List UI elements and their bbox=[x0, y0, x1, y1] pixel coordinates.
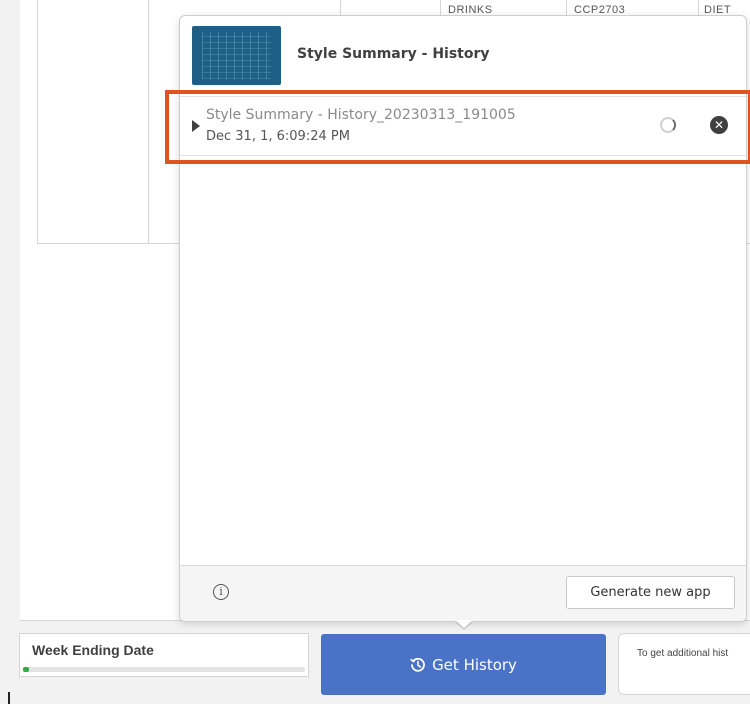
popover-header: Style Summary - History bbox=[180, 16, 746, 96]
week-selection-bar bbox=[23, 667, 305, 672]
table-column-divider bbox=[148, 0, 149, 243]
info-circle-icon[interactable]: i bbox=[213, 584, 229, 600]
history-popover: Style Summary - History Style Summary - … bbox=[179, 15, 747, 622]
info-text: To get additional hist bbox=[637, 648, 729, 659]
week-selection-fill bbox=[23, 667, 29, 672]
close-icon[interactable]: ✕ bbox=[710, 116, 728, 134]
history-clock-icon bbox=[410, 657, 426, 673]
popover-arrow-fill bbox=[455, 620, 473, 628]
app-thumbnail[interactable] bbox=[192, 26, 281, 85]
app-thumbnail-pattern bbox=[202, 32, 271, 79]
history-item-date: Dec 31, 1, 6:09:24 PM bbox=[206, 129, 350, 144]
get-history-button[interactable]: Get History bbox=[321, 634, 606, 695]
history-list-item[interactable]: Style Summary - History_20230313_191005 … bbox=[180, 97, 746, 155]
row-divider bbox=[180, 155, 746, 156]
expand-caret-icon[interactable] bbox=[192, 120, 200, 132]
popover-footer: i Generate new app bbox=[180, 565, 746, 621]
get-history-label: Get History bbox=[432, 655, 517, 674]
history-item-name: Style Summary - History_20230313_191005 bbox=[206, 107, 516, 123]
info-text-box: To get additional hist bbox=[618, 633, 750, 695]
popover-title: Style Summary - History bbox=[297, 46, 490, 62]
loading-spinner-icon bbox=[660, 117, 676, 133]
left-edge-mark bbox=[8, 692, 10, 704]
generate-new-app-button[interactable]: Generate new app bbox=[566, 576, 735, 609]
week-ending-date-filter[interactable]: Week Ending Date bbox=[19, 633, 309, 677]
week-ending-date-label: Week Ending Date bbox=[32, 642, 154, 658]
